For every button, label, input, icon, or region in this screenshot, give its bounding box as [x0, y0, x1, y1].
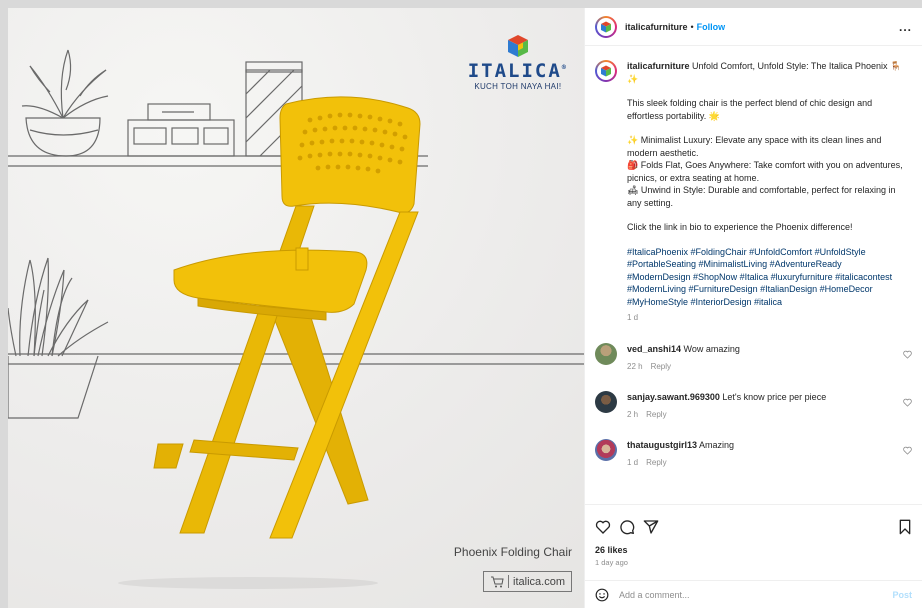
caption-bullet: ✨ Minimalist Luxury: Elevate any space w… — [627, 135, 882, 158]
comment-username[interactable]: thataugustgirl13 — [627, 440, 697, 450]
commenter-avatar[interactable] — [595, 390, 617, 413]
cube-logo-icon — [507, 35, 528, 57]
caption-bullet: 🎒 Folds Flat, Goes Anywhere: Take comfor… — [627, 160, 903, 183]
reply-button[interactable]: Reply — [651, 362, 671, 371]
caption-age: 1 d — [627, 313, 639, 322]
add-comment-bar: Add a comment... Post — [585, 580, 922, 608]
post-caption: italicafurniture Unfold Comfort, Unfold … — [585, 46, 922, 325]
comment-item: ved_anshi14 Wow amazing 22 h Reply — [585, 342, 922, 373]
commenter-avatar[interactable] — [595, 342, 617, 365]
comments-scroll-area[interactable]: italicafurniture Unfold Comfort, Unfold … — [585, 46, 922, 498]
author-username[interactable]: italicafurniture — [625, 22, 688, 32]
like-comment-heart-icon[interactable] — [903, 398, 912, 407]
comment-age: 2 h — [627, 409, 639, 419]
caption-hashtags[interactable]: #ItalicaPhoenix #FoldingChair #UnfoldCom… — [627, 246, 905, 309]
comment-age: 22 h — [627, 361, 643, 371]
post-modal: ITALICA® KUCH TOH NAYA HAI! Phoenix Fold… — [8, 8, 922, 608]
comment-item: sanjay.sawant.969300 Let's know price pe… — [585, 390, 922, 421]
website-badge: italica.com — [483, 571, 572, 592]
comment-input[interactable]: Add a comment... — [619, 590, 690, 600]
cart-icon — [491, 576, 504, 587]
author-avatar[interactable] — [595, 15, 617, 38]
comment-text: Wow amazing — [683, 343, 740, 354]
website-text: italica.com — [513, 575, 565, 588]
follow-button[interactable]: Follow — [697, 22, 726, 32]
post-image[interactable]: ITALICA® KUCH TOH NAYA HAI! Phoenix Fold… — [8, 8, 584, 608]
brand-wordmark: ITALICA — [467, 60, 562, 82]
comment-username[interactable]: sanjay.sawant.969300 — [627, 392, 720, 402]
caption-username[interactable]: italicafurniture — [627, 61, 690, 71]
likes-count[interactable]: 26 likes — [595, 545, 912, 555]
comment-text: Amazing — [699, 439, 735, 450]
like-comment-heart-icon[interactable] — [903, 350, 912, 359]
author-avatar[interactable] — [595, 60, 617, 82]
post-header: italicafurniture • Follow ... — [585, 8, 922, 46]
more-options-button[interactable]: ... — [899, 20, 912, 34]
like-comment-heart-icon[interactable] — [903, 446, 912, 455]
comment-text: Let's know price per piece — [722, 391, 827, 402]
separator-dot: • — [690, 21, 694, 32]
emoji-icon[interactable] — [595, 588, 609, 602]
like-heart-icon[interactable] — [595, 519, 611, 535]
comment-age: 1 d — [627, 457, 639, 467]
comment-item: thataugustgirl13 Amazing 1 d Reply — [585, 438, 922, 469]
chair — [153, 96, 421, 539]
product-caption: Phoenix Folding Chair — [453, 545, 572, 559]
divider — [508, 575, 510, 588]
save-bookmark-icon[interactable] — [898, 519, 912, 535]
share-send-icon[interactable] — [643, 519, 659, 535]
cube-logo-icon — [601, 65, 611, 77]
reply-button[interactable]: Reply — [646, 410, 666, 419]
post-actions: 26 likes 1 day ago — [585, 504, 922, 567]
comment-bubble-icon[interactable] — [619, 519, 635, 535]
room-illustration — [8, 49, 584, 589]
commenter-avatar[interactable] — [595, 438, 617, 461]
post-date: 1 day ago — [595, 558, 628, 567]
caption-intro: This sleek folding chair is the perfect … — [627, 98, 873, 121]
italica-logo: ITALICA® KUCH TOH NAYA HAI! — [468, 34, 568, 91]
post-comment-button[interactable]: Post — [892, 590, 912, 600]
brand-tagline: KUCH TOH NAYA HAI! — [474, 82, 562, 91]
reply-button[interactable]: Reply — [646, 458, 666, 467]
post-sidebar: italicafurniture • Follow ... italicafurn — [584, 8, 922, 608]
caption-cta: Click the link in bio to experience the … — [627, 222, 853, 232]
cube-logo-icon — [601, 21, 611, 32]
comment-username[interactable]: ved_anshi14 — [627, 344, 681, 354]
caption-bullet: 🛋 Unwind in Style: Durable and comfortab… — [627, 185, 896, 208]
